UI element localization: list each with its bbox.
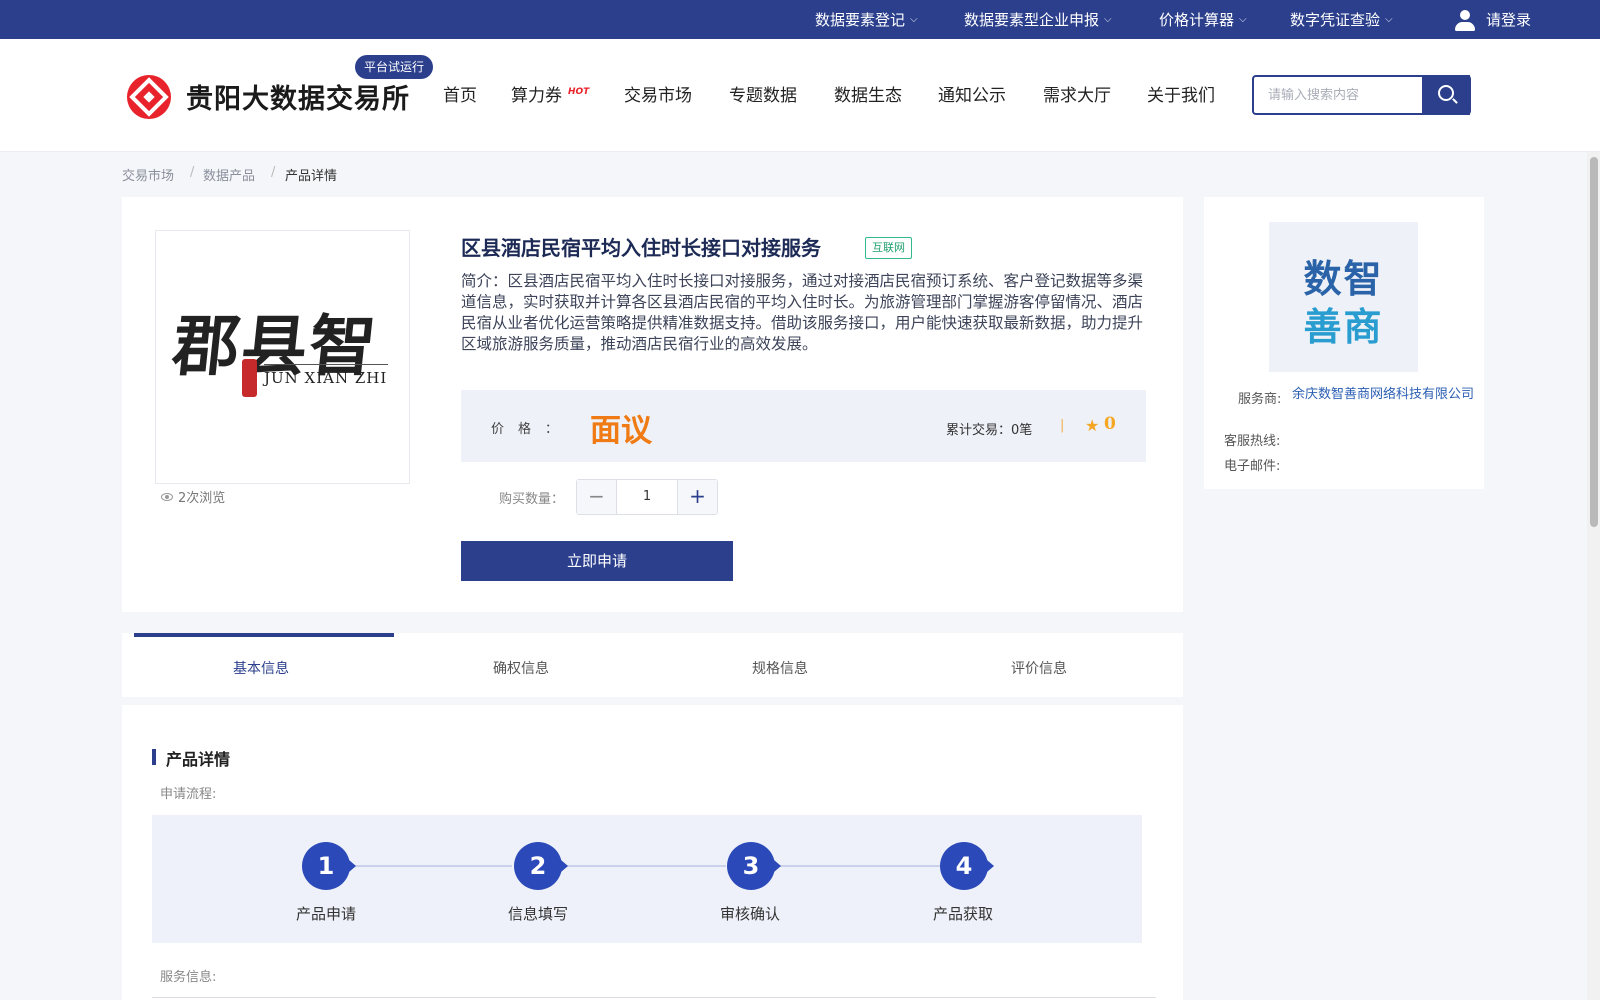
tab-rights-info[interactable]: 确权信息 — [493, 658, 549, 678]
topbar-item-price-calculator[interactable]: 价格计算器 ⌵ — [1159, 0, 1247, 39]
tab-basic-info[interactable]: 基本信息 — [233, 658, 289, 678]
email-label: 电子邮件: — [1224, 459, 1281, 474]
product-title: 区县酒店民宿平均入住时长接口对接服务 — [461, 236, 821, 260]
topbar-item-voucher-verification[interactable]: 数字凭证查验 ⌵ — [1290, 0, 1393, 39]
site-name[interactable]: 贵阳大数据交易所 — [186, 77, 410, 116]
increment-button[interactable]: + — [677, 480, 717, 514]
seal-icon — [242, 359, 257, 397]
step-connector — [776, 865, 940, 867]
product-intro: 简介：区县酒店民宿平均入住时长接口对接服务，通过对接酒店民宿预订系统、客户登记数… — [461, 272, 1144, 353]
nav-about-us[interactable]: 关于我们 — [1147, 81, 1215, 106]
step-connector — [562, 865, 726, 867]
eye-icon — [161, 492, 173, 501]
topbar-item-label: 数据要素登记 — [815, 11, 906, 29]
service-info-label: 服务信息: — [160, 970, 217, 985]
decrement-button[interactable]: − — [577, 480, 617, 514]
scrollbar-thumb[interactable] — [1590, 157, 1598, 527]
rating-value: 0 — [1104, 414, 1116, 434]
search-button[interactable] — [1422, 75, 1471, 115]
nav-data-ecosystem[interactable]: 数据生态 — [834, 81, 902, 106]
nav-demand-hall[interactable]: 需求大厅 — [1043, 81, 1111, 106]
topbar-item-label: 数据要素型企业申报 — [964, 11, 1100, 29]
product-image-latin: JUN XIAN ZHI — [264, 369, 388, 387]
step-number: 1 — [302, 842, 356, 890]
tab-review-info[interactable]: 评价信息 — [1011, 658, 1067, 678]
site-header: 贵阳大数据交易所 平台试运行 首页 算力券 HOT 交易市场 专题数据 数据生态… — [0, 39, 1600, 152]
provider-name-link[interactable]: 余庆数智善商网络科技有限公司 — [1292, 387, 1476, 403]
breadcrumb-current: 产品详情 — [285, 169, 338, 184]
topbar-item-data-registration[interactable]: 数据要素登记 ⌵ — [815, 0, 918, 39]
provider-label: 服务商: — [1238, 392, 1282, 407]
step-label: 信息填写 — [508, 905, 569, 923]
price-value: 面议 — [590, 413, 652, 449]
product-image: 郡县智 JUN XIAN ZHI — [155, 230, 410, 484]
breadcrumb-separator: / — [190, 165, 195, 180]
provider-logo: 数智 善商 — [1269, 222, 1418, 372]
chevron-down-icon: ⌵ — [1385, 14, 1393, 25]
top-bar: 数据要素登记 ⌵ 数据要素型企业申报 ⌵ 价格计算器 ⌵ 数字凭证查验 ⌵ 请登录 — [0, 0, 1600, 39]
nav-trading-market[interactable]: 交易市场 — [624, 81, 692, 106]
trial-badge: 平台试运行 — [355, 55, 434, 79]
step-label: 审核确认 — [720, 905, 781, 923]
quantity-stepper: − 1 + — [576, 479, 718, 515]
hot-badge: HOT — [568, 87, 590, 97]
apply-now-button[interactable]: 立即申请 — [461, 541, 733, 581]
breadcrumb-data-products[interactable]: 数据产品 — [203, 165, 255, 184]
nav-topic-data[interactable]: 专题数据 — [729, 81, 797, 106]
step-connector — [350, 865, 512, 867]
quantity-input[interactable]: 1 — [618, 480, 676, 514]
tab-spec-info[interactable]: 规格信息 — [752, 658, 808, 678]
nav-compute-voucher[interactable]: 算力券 — [511, 81, 562, 106]
topbar-item-enterprise-declaration[interactable]: 数据要素型企业申报 ⌵ — [964, 0, 1112, 39]
section-title: 产品详情 — [166, 750, 231, 769]
section-marker — [152, 749, 156, 765]
nav-notices[interactable]: 通知公示 — [938, 81, 1006, 106]
topbar-item-label: 价格计算器 — [1159, 11, 1235, 29]
price-panel-divider: | — [1060, 418, 1065, 433]
star-icon: ★ — [1085, 416, 1100, 435]
quantity-label: 购买数量： — [499, 492, 565, 507]
chevron-down-icon: ⌵ — [1104, 14, 1112, 25]
transaction-count: 累计交易：0笔 — [946, 423, 1033, 438]
step-number: 2 — [514, 842, 568, 890]
topbar-item-label: 数字凭证查验 — [1290, 11, 1381, 29]
breadcrumb-trading-market[interactable]: 交易市场 — [122, 165, 174, 184]
active-tab-indicator — [134, 633, 394, 637]
nav-home[interactable]: 首页 — [443, 81, 477, 106]
step-number: 4 — [940, 842, 994, 890]
login-label: 请登录 — [1486, 11, 1532, 29]
step-label: 产品申请 — [296, 905, 357, 923]
breadcrumb-separator: / — [271, 165, 276, 180]
flow-label: 申请流程: — [160, 787, 217, 802]
view-count: 2次浏览 — [161, 487, 225, 506]
step-label: 产品获取 — [933, 905, 994, 923]
step-number: 3 — [727, 842, 781, 890]
chevron-down-icon: ⌵ — [910, 14, 918, 25]
price-label: 价格： — [491, 422, 573, 437]
user-icon — [1454, 8, 1476, 32]
site-logo-icon[interactable] — [127, 75, 171, 119]
login-link[interactable]: 请登录 — [1454, 0, 1531, 39]
hotline-label: 客服热线: — [1224, 434, 1281, 449]
chevron-down-icon: ⌵ — [1239, 14, 1247, 25]
category-tag: 互联网 — [865, 237, 912, 259]
